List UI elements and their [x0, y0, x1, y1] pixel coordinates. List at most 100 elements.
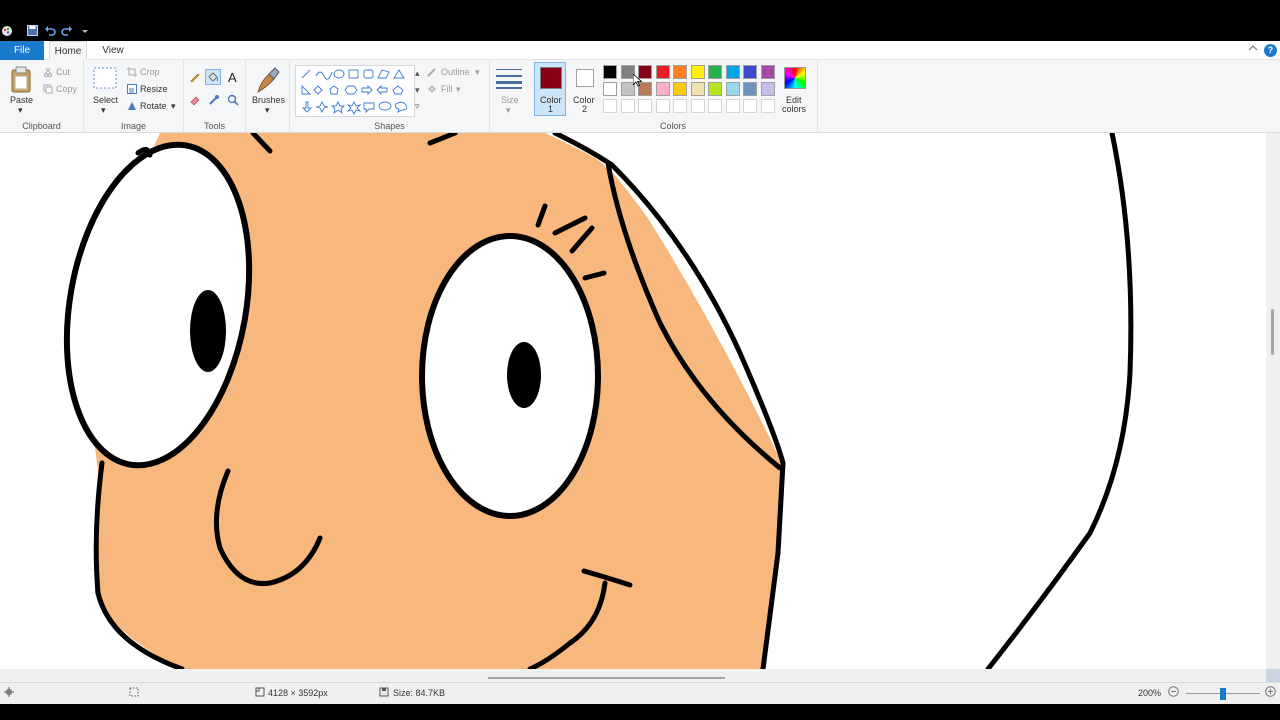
tab-home[interactable]: Home — [49, 41, 87, 60]
palette-custom-slot[interactable] — [743, 99, 757, 113]
paste-icon[interactable] — [10, 66, 32, 96]
palette-color[interactable] — [725, 65, 740, 79]
color2-label-number: 2 — [582, 104, 588, 114]
zoom-out-icon[interactable] — [1168, 686, 1179, 699]
size-icon[interactable] — [496, 67, 522, 91]
crop-button[interactable]: Crop — [140, 67, 160, 77]
clipboard-group-label: Clipboard — [22, 121, 61, 131]
shapes-scroll-up-icon[interactable]: ▴ — [415, 68, 420, 79]
tab-view[interactable]: View — [95, 41, 131, 60]
vertical-scroll-thumb[interactable] — [1271, 309, 1274, 355]
palette-color[interactable] — [725, 82, 740, 96]
zoom-level: 200% — [1138, 688, 1162, 698]
zoom-in-icon[interactable] — [1265, 686, 1276, 699]
shapes-scroll-down-icon[interactable]: ▾ — [415, 85, 420, 96]
palette-color[interactable] — [690, 65, 705, 79]
cut-button[interactable]: Cut — [56, 67, 70, 77]
select-dropdown-icon[interactable]: ▾ — [101, 105, 106, 116]
palette-color[interactable] — [690, 82, 705, 96]
palette-custom-slot[interactable] — [725, 99, 740, 113]
outline-dropdown-icon[interactable]: ▾ — [475, 67, 480, 78]
customize-quick-access-icon[interactable] — [78, 25, 92, 39]
palette-color[interactable] — [743, 65, 757, 79]
fill-button[interactable]: Fill — [441, 84, 453, 94]
vertical-scrollbar[interactable] — [1266, 133, 1280, 669]
palette-color[interactable] — [708, 82, 722, 96]
rotate-button[interactable]: Rotate — [140, 101, 167, 111]
edit-colors-button-line2: colors — [782, 104, 807, 114]
pencil-icon[interactable] — [189, 71, 201, 85]
palette-custom-slot[interactable] — [655, 99, 670, 113]
copy-button[interactable]: Copy — [56, 84, 77, 94]
palette-custom-slot[interactable] — [708, 99, 722, 113]
paint-app-icon[interactable] — [0, 25, 14, 39]
palette-color[interactable] — [673, 65, 687, 79]
select-icon[interactable] — [93, 67, 117, 91]
rotate-icon — [127, 101, 137, 113]
palette-color[interactable] — [760, 65, 775, 79]
resize-button[interactable]: Resize — [140, 84, 168, 94]
palette-color[interactable] — [603, 65, 617, 79]
palette-color[interactable] — [708, 65, 722, 79]
palette-color[interactable] — [743, 82, 757, 96]
minimize-ribbon-icon[interactable] — [1248, 44, 1258, 55]
outline-button[interactable]: Outline — [441, 67, 470, 77]
right-eye-pupil — [507, 342, 541, 408]
tab-file[interactable]: File — [0, 41, 44, 60]
palette-color[interactable] — [655, 82, 670, 96]
brushes-button[interactable]: Brushes — [252, 95, 285, 105]
shapes-gallery[interactable] — [295, 65, 415, 117]
palette-custom-slot[interactable] — [760, 99, 775, 113]
palette-color[interactable] — [603, 82, 617, 96]
shapes-group-label: Shapes — [374, 121, 405, 131]
cut-icon — [43, 67, 53, 79]
palette-custom-slot[interactable] — [638, 99, 652, 113]
image-dimensions: 4128 × 3592px — [268, 688, 328, 698]
brushes-icon[interactable] — [255, 66, 281, 96]
size-dropdown-icon[interactable]: ▾ — [506, 105, 511, 116]
palette-color[interactable] — [673, 82, 687, 96]
redo-icon[interactable] — [60, 25, 74, 39]
paste-dropdown-icon[interactable]: ▾ — [18, 105, 23, 116]
horizontal-scroll-thumb[interactable] — [488, 677, 725, 679]
palette-custom-slot[interactable] — [620, 99, 635, 113]
palette-color[interactable] — [760, 82, 775, 96]
rotate-dropdown-icon[interactable]: ▾ — [171, 101, 176, 112]
ribbon-tabs: File Home View ? — [0, 41, 1280, 60]
selection-size-icon — [129, 687, 139, 699]
save-icon[interactable] — [25, 25, 39, 39]
fill-bucket-icon[interactable] — [205, 69, 221, 85]
palette-custom-slot[interactable] — [690, 99, 705, 113]
palette-color[interactable] — [655, 65, 670, 79]
shapes-expand-icon[interactable]: ▿ — [415, 101, 420, 112]
brushes-dropdown-icon[interactable]: ▾ — [265, 105, 270, 116]
title-bar — [0, 0, 1280, 41]
crop-icon — [127, 67, 137, 79]
drawing-canvas[interactable] — [0, 133, 1266, 669]
canvas-area — [0, 133, 1280, 682]
paint-window: File Home View ? Paste ▾ Cut Copy Clipbo… — [0, 0, 1280, 720]
edit-colors-icon[interactable] — [784, 67, 806, 89]
drawing — [63, 133, 1134, 669]
palette-custom-slot[interactable] — [603, 99, 617, 113]
horizontal-scrollbar[interactable] — [0, 669, 1266, 682]
outer-right-contour — [985, 133, 1134, 669]
paste-button[interactable]: Paste — [10, 95, 33, 105]
size-button[interactable]: Size — [501, 95, 519, 105]
eraser-icon[interactable] — [189, 94, 201, 108]
resize-icon — [127, 84, 137, 96]
image-dimensions-icon — [255, 687, 265, 699]
magnifier-icon[interactable] — [227, 94, 239, 108]
color2-swatch[interactable] — [576, 69, 594, 87]
undo-icon[interactable] — [43, 25, 57, 39]
zoom-slider-thumb[interactable] — [1220, 688, 1226, 700]
text-tool-icon[interactable]: A — [228, 70, 237, 85]
size-group: Size ▾ — [490, 60, 528, 133]
help-icon[interactable]: ? — [1264, 44, 1277, 57]
fill-dropdown-icon[interactable]: ▾ — [456, 84, 461, 95]
colors-group: Color 1 Color 2 Edit colors Colors — [528, 60, 818, 133]
select-button[interactable]: Select — [93, 95, 118, 105]
color-picker-icon[interactable] — [208, 94, 220, 108]
color1-swatch[interactable] — [540, 67, 562, 89]
palette-custom-slot[interactable] — [673, 99, 687, 113]
